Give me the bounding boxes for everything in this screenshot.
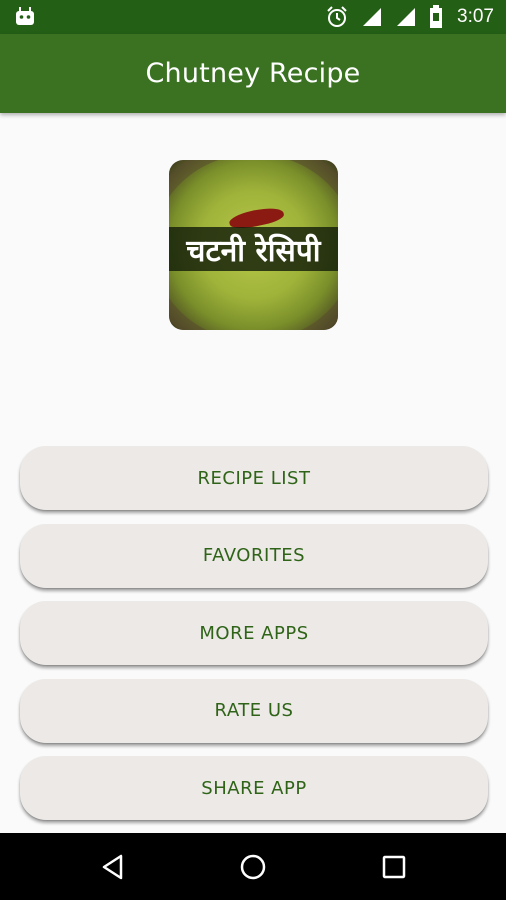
status-time: 3:07 — [457, 6, 494, 27]
battery-icon — [430, 5, 443, 28]
navigation-bar — [0, 833, 506, 900]
page-title: Chutney Recipe — [145, 58, 361, 89]
app-logo: चटनी रेसिपी — [169, 160, 338, 330]
app-bar: Chutney Recipe — [0, 34, 506, 113]
status-bar: 3:07 — [0, 0, 506, 34]
logo-text: चटनी रेसिपी — [186, 233, 321, 269]
recipe-list-button[interactable]: RECIPE LIST — [20, 446, 488, 510]
back-icon[interactable] — [99, 853, 127, 881]
recents-icon[interactable] — [380, 853, 408, 881]
rate-us-button[interactable]: RATE US — [20, 678, 488, 743]
main-menu: RECIPE LIST FAVORITES MORE APPS RATE US … — [20, 446, 488, 834]
home-icon[interactable] — [239, 853, 267, 881]
alarm-icon — [327, 6, 347, 27]
signal-icon — [363, 8, 382, 26]
share-app-button[interactable]: SHARE APP — [20, 756, 488, 820]
favorites-button[interactable]: FAVORITES — [20, 523, 488, 588]
signal-icon — [397, 8, 416, 26]
more-apps-button[interactable]: MORE APPS — [20, 601, 488, 665]
logo-band: चटनी रेसिपी — [169, 227, 338, 271]
android-icon — [16, 7, 34, 25]
